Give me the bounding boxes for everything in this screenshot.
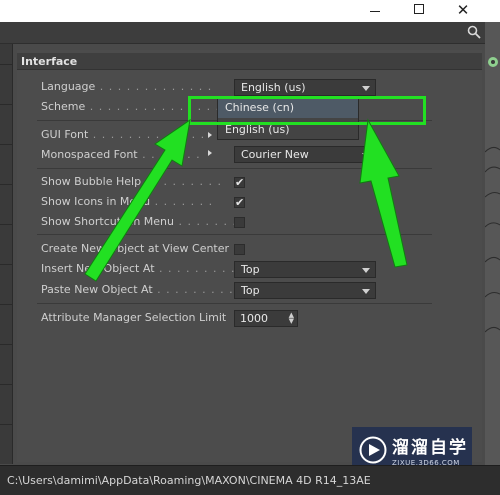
- submenu-arrow-icon[interactable]: [208, 132, 212, 138]
- monospaced-font-dropdown[interactable]: Courier New: [234, 146, 376, 163]
- chevron-down-icon: [362, 86, 370, 91]
- checkmark-icon: ✔: [235, 196, 245, 209]
- setting-show-shortcuts-in-menu: Show Shortcuts in Menu . . . . . . .: [41, 213, 237, 231]
- maximize-icon: [414, 4, 424, 14]
- divider: [37, 168, 432, 169]
- setting-label: GUI Font: [41, 128, 89, 141]
- setting-label: Attribute Manager Selection Limit: [41, 311, 227, 324]
- watermark-title: 溜溜自学: [392, 438, 468, 458]
- close-button[interactable]: ✕: [440, 0, 486, 22]
- play-logo-icon: [359, 436, 387, 464]
- minimize-icon: [370, 11, 380, 12]
- search-icon[interactable]: [467, 25, 481, 39]
- checkmark-icon: ✔: [235, 176, 245, 189]
- leader-dots: . . . . . . . . . . . . .: [88, 128, 206, 141]
- setting-label: Show Bubble Help: [41, 175, 142, 188]
- setting-insert-new-object-at: Insert New Object At . . . . . . . . . .…: [41, 260, 253, 278]
- show-bubble-help-checkbox[interactable]: ✔: [234, 177, 245, 188]
- setting-label: Show Shortcuts in Menu: [41, 215, 174, 228]
- spinner-arrows-icon[interactable]: ▲ ▼: [289, 312, 294, 325]
- divider: [37, 234, 432, 235]
- setting-label: Show Icons in Menu: [41, 195, 151, 208]
- setting-language: Language . . . . . . . . . . . . .: [41, 78, 212, 96]
- create-new-object-at-view-center-checkbox[interactable]: [234, 244, 245, 255]
- language-dropdown[interactable]: English (us): [234, 79, 376, 96]
- leader-dots: . . . . . . .: [150, 195, 214, 208]
- dropdown-value: Courier New: [241, 148, 309, 161]
- insert-new-object-at-dropdown[interactable]: Top: [234, 261, 376, 278]
- setting-monospaced-font: Monospaced Font . . . . . . .: [41, 146, 201, 164]
- window-titlebar: ✕: [0, 0, 500, 22]
- paste-new-object-at-dropdown[interactable]: Top: [234, 282, 376, 299]
- submenu-arrow-icon[interactable]: [208, 150, 212, 156]
- attribute-manager-selection-limit-field[interactable]: 1000 ▲ ▼: [234, 310, 298, 327]
- divider: [37, 303, 432, 304]
- show-icons-in-menu-checkbox[interactable]: ✔: [234, 197, 245, 208]
- dropdown-value: Top: [241, 263, 260, 276]
- setting-attribute-manager-selection-limit: Attribute Manager Selection Limit: [41, 309, 226, 327]
- number-value: 1000: [240, 312, 268, 325]
- chevron-down-icon: [362, 153, 370, 158]
- leader-dots: . . . . . . .: [173, 215, 237, 228]
- setting-gui-font: GUI Font . . . . . . . . . . . . .: [41, 126, 205, 144]
- setting-create-new-object-at-view-center: Create New Object at View Center: [41, 240, 229, 258]
- chevron-down-icon: [362, 289, 370, 294]
- setting-label: Monospaced Font: [41, 148, 138, 161]
- viewport-strip: [485, 22, 500, 465]
- setting-label: Scheme: [41, 100, 86, 113]
- setting-label: Create New Object at View Center: [41, 242, 230, 255]
- status-path: C:\Users\damimi\AppData\Roaming\MAXON\CI…: [7, 474, 371, 487]
- panel-title: Interface: [17, 53, 482, 70]
- setting-paste-new-object-at: Paste New Object At . . . . . . . . . . …: [41, 281, 252, 299]
- maximize-button[interactable]: [396, 0, 442, 22]
- setting-label: Paste New Object At: [41, 283, 153, 296]
- show-shortcuts-in-menu-checkbox[interactable]: [234, 217, 245, 228]
- leader-dots: . . . . . . . . . . . . .: [95, 80, 213, 93]
- toolbar: [0, 22, 485, 44]
- left-gutter: [0, 44, 13, 464]
- setting-label: Insert New Object At: [41, 262, 155, 275]
- leader-dots: . . . . . . . . .: [141, 175, 223, 188]
- minimize-button[interactable]: [352, 0, 398, 22]
- annotation-highlight-box: [188, 96, 426, 125]
- leader-dots: . . . . . . .: [137, 148, 201, 161]
- dropdown-value: Top: [241, 284, 260, 297]
- status-bar: C:\Users\damimi\AppData\Roaming\MAXON\CI…: [0, 465, 500, 495]
- dropdown-value: English (us): [241, 81, 306, 94]
- chevron-down-icon: [362, 268, 370, 273]
- setting-label: Language: [41, 80, 96, 93]
- setting-show-bubble-help: Show Bubble Help . . . . . . . . .: [41, 173, 222, 191]
- setting-show-icons-in-menu: Show Icons in Menu . . . . . . .: [41, 193, 213, 211]
